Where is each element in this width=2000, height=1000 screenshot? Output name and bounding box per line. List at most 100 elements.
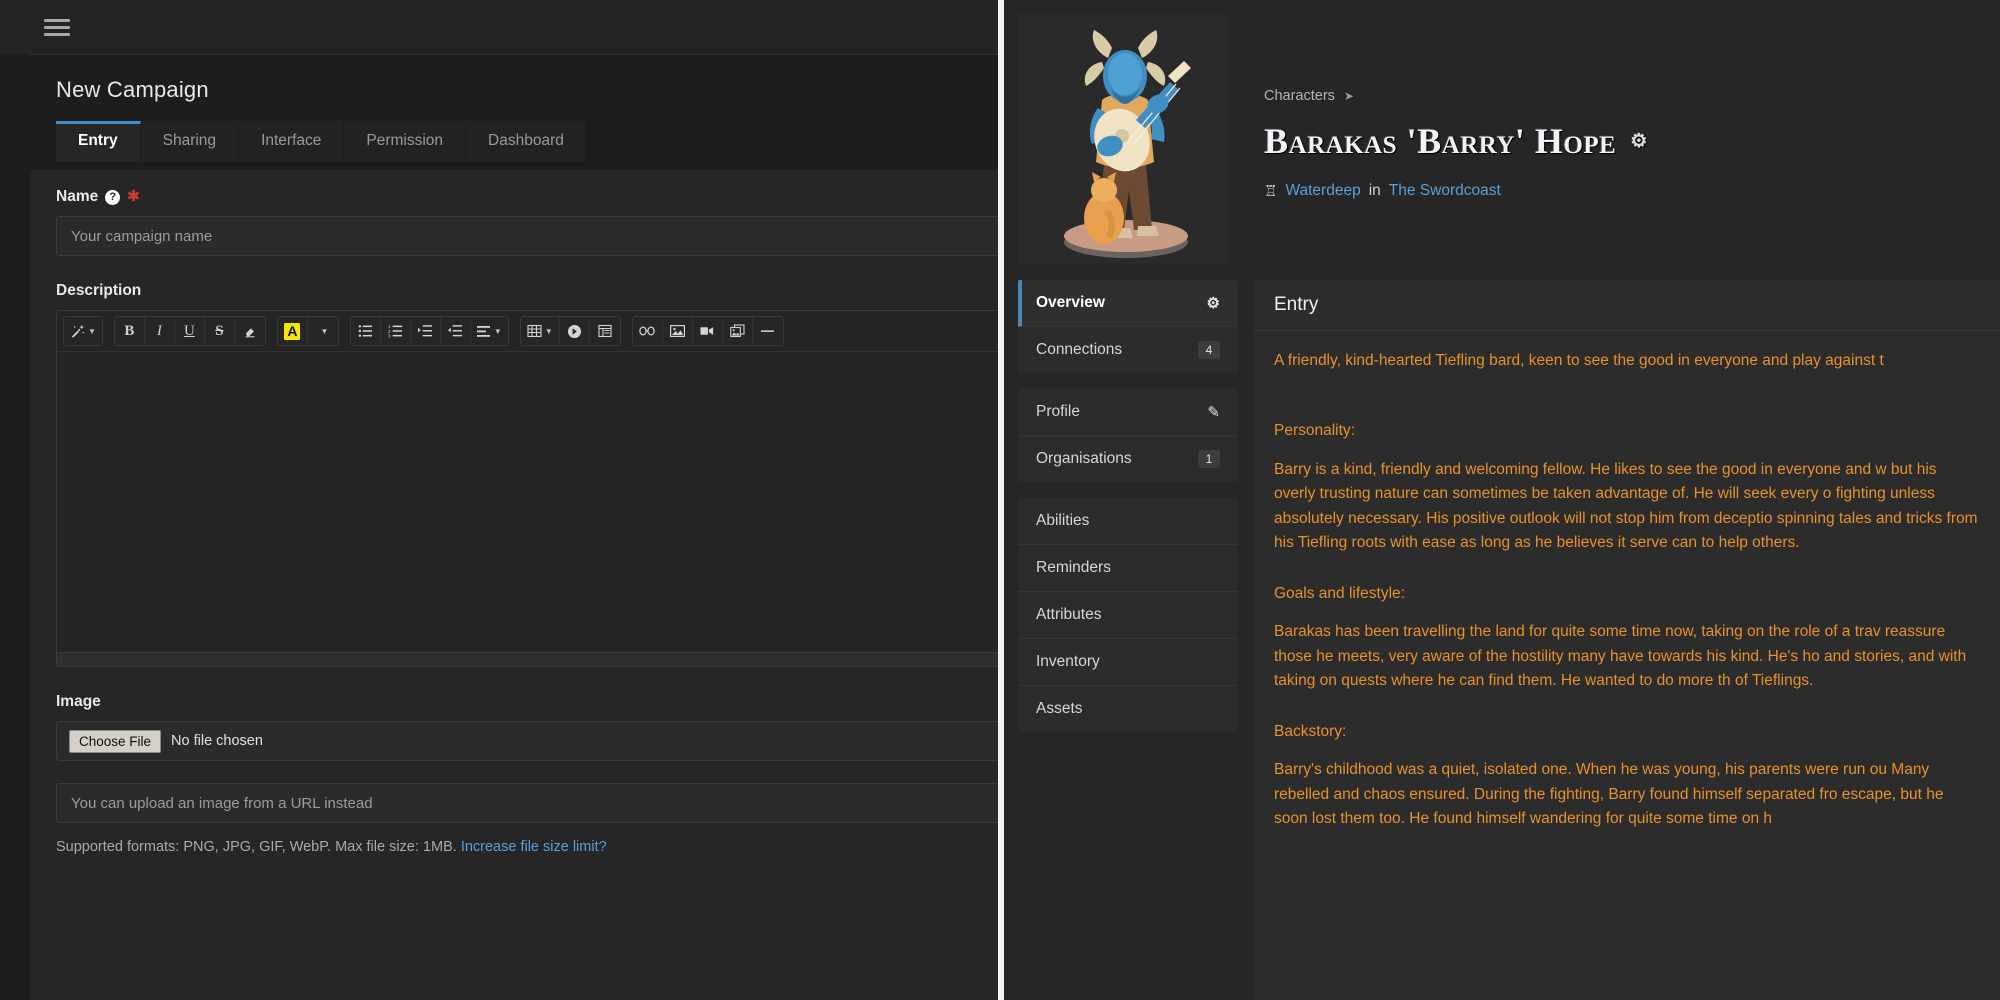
sidebar-item-connections[interactable]: Connections 4 [1018, 327, 1238, 373]
organisations-count-badge: 1 [1198, 450, 1220, 468]
campaign-card: New Campaign Entry Sharing Interface Per… [30, 54, 998, 1000]
tab-entry[interactable]: Entry [56, 121, 141, 162]
hamburger-menu-icon[interactable] [44, 15, 70, 40]
editor-status-bar[interactable] [57, 652, 998, 666]
tab-permission[interactable]: Permission [344, 121, 467, 162]
chevron-down-icon: ▼ [88, 326, 96, 336]
tab-interface[interactable]: Interface [239, 121, 345, 162]
description-textarea[interactable] [57, 352, 998, 652]
page-title: New Campaign [56, 77, 209, 102]
gear-icon[interactable]: ⚙ [1207, 294, 1220, 312]
location-joiner: in [1368, 182, 1381, 199]
character-sheet-app: Characters ➤ Barakas 'Barry' Hope ⚙ ♖ Wa… [1004, 0, 2000, 1000]
location-region-link[interactable]: The Swordcoast [1389, 182, 1501, 200]
character-miniature-thumbnail[interactable] [1018, 14, 1228, 264]
connections-count-badge: 4 [1198, 341, 1220, 359]
toolbar-group-format: B I U S [113, 316, 266, 346]
character-title-block: Characters ➤ Barakas 'Barry' Hope ⚙ ♖ Wa… [1228, 14, 1648, 264]
magic-wand-icon[interactable]: ▼ [64, 317, 102, 345]
editor-toolbar: ▼ B I U S A ▼ 1 2 3 ▼ ▼ [57, 311, 998, 352]
name-label: Name [56, 188, 99, 205]
entry-goals-heading: Goals and lifestyle: [1274, 584, 1405, 602]
tab-dashboard[interactable]: Dashboard [466, 121, 587, 162]
bold-icon[interactable]: B [114, 317, 145, 345]
image-label: Image [56, 693, 101, 710]
name-label-row: Name ? ✱ [56, 188, 998, 206]
breadcrumb: Characters ➤ [1264, 88, 1648, 104]
entry-panel: Entry A friendly, kind-hearted Tiefling … [1254, 280, 2000, 1000]
entry-goals-body: Barakas has been travelling the land for… [1274, 623, 1967, 690]
screen-root: New Campaign Entry Sharing Interface Per… [0, 0, 2000, 1000]
sidebar-item-label: Inventory [1036, 653, 1100, 670]
entry-personality-heading: Personality: [1274, 422, 1355, 440]
link-icon[interactable] [632, 317, 663, 345]
strikethrough-icon[interactable]: S [204, 317, 235, 345]
indent-icon[interactable] [410, 317, 441, 345]
text-color-icon[interactable]: A [277, 317, 308, 345]
rook-icon: ♖ [1264, 183, 1278, 200]
nav-group-profile: Profile ✎ Organisations 1 [1018, 389, 1238, 482]
campaign-name-input[interactable] [56, 216, 998, 256]
character-name-heading: Barakas 'Barry' Hope ⚙ [1264, 120, 1648, 162]
character-sidebar: Overview ⚙ Connections 4 Profile ✎ Organ… [1018, 280, 1238, 1000]
sidebar-item-attributes[interactable]: Attributes [1018, 592, 1238, 639]
supported-formats-note: Supported formats: PNG, JPG, GIF, WebP. … [56, 839, 998, 855]
character-name-text: Barakas 'Barry' Hope [1264, 121, 1617, 161]
color-dropdown-icon[interactable]: ▼ [307, 317, 338, 345]
toolbar-group-color: A ▼ [276, 316, 339, 346]
entry-intro: A friendly, kind-hearted Tiefling bard, … [1274, 352, 1884, 369]
fullscreen-icon[interactable] [559, 317, 590, 345]
sidebar-item-inventory[interactable]: Inventory [1018, 639, 1238, 686]
choose-file-button[interactable]: Choose File [69, 729, 162, 753]
location-place-link[interactable]: Waterdeep [1285, 182, 1360, 200]
eraser-icon[interactable] [234, 317, 265, 345]
sidebar-item-label: Overview [1036, 294, 1105, 311]
entry-panel-content: A friendly, kind-hearted Tiefling bard, … [1254, 331, 2000, 832]
gear-icon[interactable]: ⚙ [1630, 130, 1648, 153]
sidebar-item-label: Assets [1036, 700, 1083, 717]
horizontal-rule-icon[interactable] [752, 317, 783, 345]
sidebar-item-assets[interactable]: Assets [1018, 686, 1238, 732]
file-upload-row[interactable]: Choose File No file chosen [56, 721, 998, 761]
italic-icon[interactable]: I [144, 317, 175, 345]
entry-panel-title: Entry [1254, 280, 2000, 331]
breadcrumb-characters-link[interactable]: Characters [1264, 88, 1335, 104]
pencil-icon[interactable]: ✎ [1207, 403, 1220, 421]
entry-backstory-body: Barry's childhood was a quiet, isolated … [1274, 761, 1944, 828]
tab-sharing[interactable]: Sharing [140, 121, 240, 162]
table-icon[interactable]: ▼ [520, 317, 560, 345]
image-url-input[interactable] [56, 783, 998, 823]
campaign-form-app: New Campaign Entry Sharing Interface Per… [0, 0, 998, 1000]
app-topbar [0, 0, 998, 54]
image-icon[interactable] [662, 317, 693, 345]
sidebar-item-reminders[interactable]: Reminders [1018, 545, 1238, 592]
sidebar-item-organisations[interactable]: Organisations 1 [1018, 436, 1238, 482]
help-icon[interactable]: ? [105, 189, 121, 205]
numbered-list-icon[interactable]: 123 [380, 317, 411, 345]
sidebar-item-label: Abilities [1036, 512, 1090, 529]
underline-icon[interactable]: U [174, 317, 205, 345]
sidebar-item-profile[interactable]: Profile ✎ [1018, 389, 1238, 436]
toolbar-group-media [631, 316, 784, 346]
description-editor: ▼ B I U S A ▼ 1 2 3 ▼ ▼ [56, 310, 998, 667]
nav-group-details: Abilities Reminders Attributes Inventory… [1018, 498, 1238, 732]
layout-icon[interactable] [589, 317, 620, 345]
toolbar-group-insert: ▼ [519, 316, 621, 346]
align-icon[interactable]: ▼ [470, 317, 508, 345]
video-icon[interactable] [692, 317, 723, 345]
required-marker-icon: ✱ [127, 188, 140, 205]
campaign-form: Name ? ✱ Description ▼ [30, 170, 998, 855]
campaign-tabs: Entry Sharing Interface Permission Dashb… [56, 121, 998, 162]
file-name-text: No file chosen [171, 733, 263, 749]
bullet-list-icon[interactable] [350, 317, 381, 345]
increase-file-size-link[interactable]: Increase file size limit? [461, 839, 607, 855]
sidebar-item-label: Attributes [1036, 606, 1102, 623]
character-location: ♖ Waterdeep in The Swordcoast [1264, 182, 1648, 200]
outdent-icon[interactable] [440, 317, 471, 345]
sidebar-item-overview[interactable]: Overview ⚙ [1018, 280, 1238, 327]
breadcrumb-separator-icon: ➤ [1343, 89, 1354, 103]
nav-group-main: Overview ⚙ Connections 4 [1018, 280, 1238, 373]
entry-personality-body: Barry is a kind, friendly and welcoming … [1274, 460, 1978, 552]
sidebar-item-abilities[interactable]: Abilities [1018, 498, 1238, 545]
gallery-icon[interactable] [722, 317, 753, 345]
